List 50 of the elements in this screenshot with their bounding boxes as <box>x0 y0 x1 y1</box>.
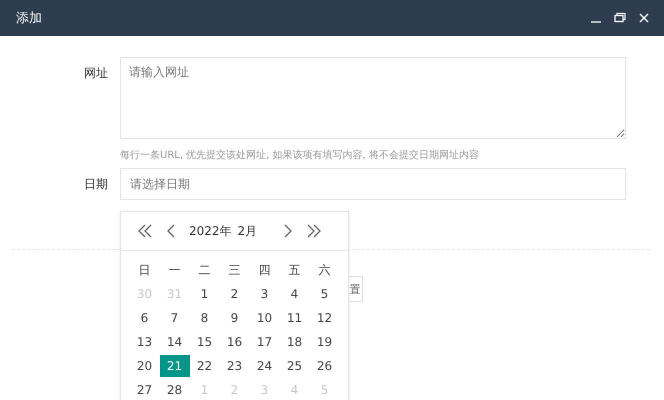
weekday-label: 二 <box>198 262 212 279</box>
month-label[interactable]: 2月 <box>238 224 258 238</box>
day-cell[interactable]: 24 <box>250 355 280 377</box>
day-cell[interactable]: 23 <box>220 355 250 377</box>
day-cell[interactable]: 3 <box>250 283 280 305</box>
day-cell[interactable]: 15 <box>190 331 220 353</box>
day-cell[interactable]: 22 <box>190 355 220 377</box>
day-cell[interactable]: 19 <box>310 331 340 353</box>
day-cell[interactable]: 14 <box>160 331 190 353</box>
day-cell[interactable]: 16 <box>220 331 250 353</box>
day-cell[interactable]: 25 <box>280 355 310 377</box>
day-cell[interactable]: 28 <box>160 379 190 400</box>
window-title: 添加 <box>16 10 42 27</box>
day-cell[interactable]: 1 <box>190 283 220 305</box>
day-cell[interactable]: 26 <box>310 355 340 377</box>
date-label: 日期 <box>83 176 108 193</box>
day-cell[interactable]: 20 <box>130 355 160 377</box>
day-cell[interactable]: 10 <box>250 307 280 329</box>
day-cell[interactable]: 12 <box>310 307 340 329</box>
weekday-label: 四 <box>258 262 272 279</box>
weekday-label: 日 <box>138 262 152 279</box>
day-cell[interactable]: 5 <box>310 283 340 305</box>
day-cell[interactable]: 18 <box>280 331 310 353</box>
day-cell[interactable]: 27 <box>130 379 160 400</box>
year-label[interactable]: 2022年 <box>189 224 232 238</box>
date-field[interactable]: 请选择日期 <box>120 168 626 200</box>
close-icon[interactable] <box>638 12 650 24</box>
weekday-label: 五 <box>288 262 302 279</box>
day-cell[interactable]: 6 <box>130 307 160 329</box>
day-cell[interactable]: 9 <box>220 307 250 329</box>
day-cell[interactable]: 13 <box>130 331 160 353</box>
double-chevron-right-icon[interactable] <box>306 224 322 238</box>
day-cell[interactable]: 2 <box>220 283 250 305</box>
day-cell[interactable]: 8 <box>190 307 220 329</box>
day-cell[interactable]: 11 <box>280 307 310 329</box>
url-label: 网址 <box>83 65 108 82</box>
url-field[interactable]: 请输入网址 <box>120 57 626 139</box>
double-chevron-left-icon[interactable] <box>137 224 153 238</box>
day-cell[interactable]: 21 <box>160 355 190 377</box>
chevron-left-icon[interactable] <box>167 224 175 238</box>
hint-text: 每行一条URL, 优先提交该处网址, 如果该项有填写内容, 将不会提交日期网址内容 <box>120 148 480 162</box>
day-cell[interactable]: 4 <box>280 283 310 305</box>
day-cell[interactable]: 17 <box>250 331 280 353</box>
chevron-right-icon[interactable] <box>284 224 292 238</box>
day-cell[interactable]: 7 <box>160 307 190 329</box>
weekday-label: 六 <box>318 262 332 279</box>
reset-button[interactable]: 置 <box>348 276 363 302</box>
maximize-icon[interactable] <box>614 12 626 24</box>
weekday-label: 一 <box>168 262 182 279</box>
weekday-label: 三 <box>228 262 242 279</box>
